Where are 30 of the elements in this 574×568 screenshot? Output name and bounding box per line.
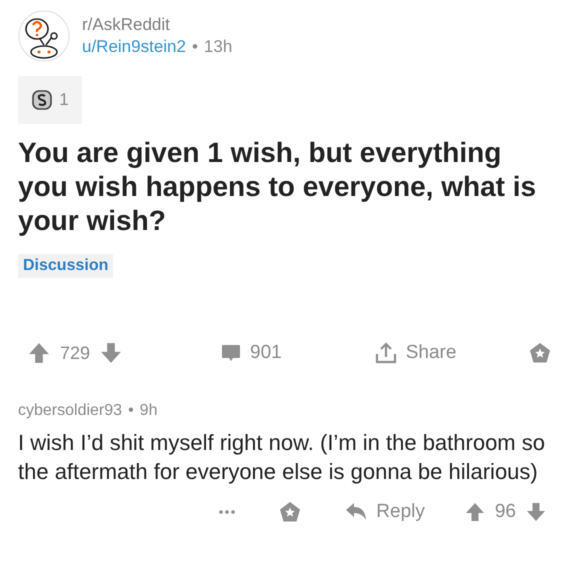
save-button[interactable] — [528, 341, 552, 365]
star-icon — [278, 500, 302, 524]
upvote-icon[interactable] — [464, 502, 485, 522]
award-badge[interactable]: 1 — [18, 76, 82, 124]
share-button[interactable]: Share — [374, 341, 456, 365]
more-button[interactable] — [218, 509, 236, 515]
comment-body: I wish I’d shit myself right now. (I’m in the bathroom so the aftermath for everyone else is gonna be hilarious) — [18, 429, 546, 486]
comment-author[interactable]: cybersoldier93 — [18, 402, 122, 420]
separator-dot: • — [128, 402, 134, 420]
flair-tag: Discussion — [18, 254, 114, 278]
comments-button[interactable]: 901 — [220, 342, 282, 364]
share-icon — [374, 341, 398, 365]
award-count: 1 — [59, 90, 69, 110]
subreddit-name[interactable]: r/AskReddit — [82, 15, 232, 35]
author-link[interactable]: u/Rein9stein2 — [82, 37, 186, 57]
post-score: 729 — [60, 342, 90, 364]
post-age: 13h — [204, 37, 232, 57]
award-icon — [31, 89, 54, 111]
comment-age: 9h — [140, 402, 158, 420]
upvote-icon[interactable] — [28, 342, 50, 364]
subreddit-avatar-icon[interactable] — [18, 10, 70, 62]
star-icon — [528, 341, 552, 365]
reply-button[interactable]: Reply — [344, 501, 425, 523]
more-icon — [218, 509, 236, 515]
separator-dot: • — [192, 37, 198, 57]
downvote-icon[interactable] — [526, 502, 546, 522]
downvote-icon[interactable] — [100, 342, 122, 364]
comment-score: 96 — [494, 501, 516, 523]
save-button[interactable] — [278, 500, 302, 524]
post-title: You are given 1 wish, but everything you wish happens to everyone, what is your wish? — [18, 136, 538, 238]
